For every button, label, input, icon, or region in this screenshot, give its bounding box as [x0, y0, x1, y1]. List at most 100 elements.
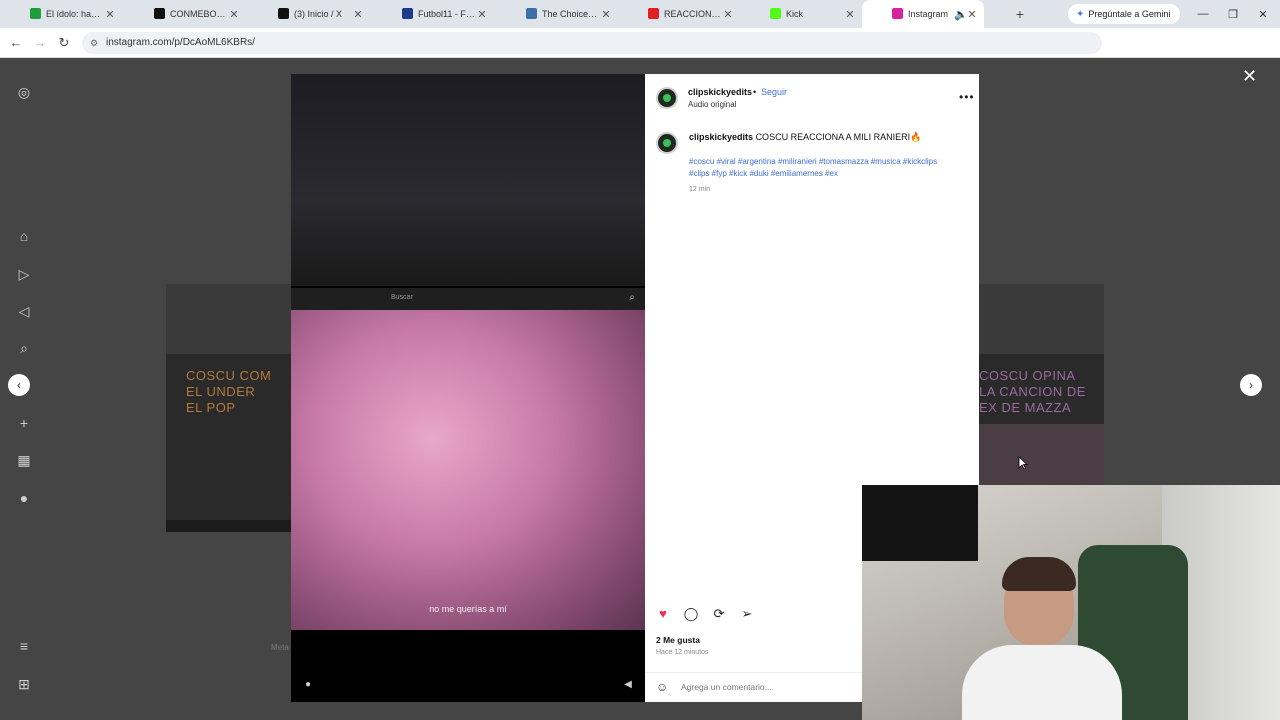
forward-button[interactable]: →	[28, 35, 52, 50]
heart-icon[interactable]: ♥	[655, 606, 671, 622]
search-icon[interactable]: ⌕	[14, 338, 34, 358]
like-count[interactable]: 2 Me gusta	[656, 635, 700, 645]
comment-icon[interactable]: ◯	[683, 606, 699, 622]
preview-cam-area	[979, 284, 1104, 354]
close-post-button[interactable]: ✕	[1242, 66, 1257, 87]
previous-post-button[interactable]: ‹	[8, 374, 30, 396]
share-icon[interactable]: ➢	[739, 606, 755, 622]
tab-favicon	[154, 8, 165, 19]
separator-dot: •	[753, 87, 757, 97]
tab-close-icon[interactable]: ✕	[228, 8, 240, 21]
tab-close-icon[interactable]: ✕	[844, 8, 856, 21]
create-icon[interactable]: +	[14, 413, 34, 433]
tab-close-icon[interactable]: ✕	[722, 8, 734, 21]
post-caption: clipskickyedits COSCU REACCIONA A MILI R…	[689, 132, 969, 143]
search-icon: ⌕	[629, 292, 635, 303]
tab-favicon	[30, 8, 41, 19]
caption-username[interactable]: clipskickyedits	[689, 132, 753, 142]
tab-favicon	[770, 8, 781, 19]
streamer-camera-feed	[291, 74, 645, 286]
tab-close-icon[interactable]: ✕	[104, 8, 116, 21]
tab-2[interactable]: CONMEBOL Libertadores ✕	[124, 0, 246, 28]
author-avatar[interactable]	[656, 87, 678, 109]
tab-5[interactable]: The Choicer Voicer by ✕	[496, 0, 618, 28]
post-video[interactable]: Buscar ⌕ no me querías a mí ● ◀	[291, 74, 645, 702]
tab-close-icon[interactable]: ✕	[600, 8, 612, 21]
mouse-cursor-icon	[1018, 456, 1028, 470]
tab-label: Futbol11 - Football Games	[418, 9, 476, 19]
tab-label: (3) Inicio / X	[294, 9, 343, 19]
webcam-person-body	[962, 645, 1122, 720]
next-post-button[interactable]: ›	[1240, 374, 1262, 396]
video-search-placeholder: Buscar	[391, 294, 413, 301]
tab-favicon	[402, 8, 413, 19]
webcam-person-hair	[1002, 557, 1076, 591]
tab-close-icon[interactable]: ✕	[352, 8, 364, 21]
tab-1[interactable]: El ídolo: hacé tu camino ✕	[0, 0, 122, 28]
reload-button[interactable]: ↻	[52, 35, 76, 51]
tab-label: Instagram	[908, 9, 949, 19]
streamer-webcam-overlay	[862, 485, 1280, 720]
caption-author-avatar[interactable]	[656, 132, 678, 154]
tab-label: The Choicer Voicer by	[542, 9, 600, 19]
tab-favicon	[526, 8, 537, 19]
new-tab-button[interactable]: +	[1010, 6, 1030, 22]
tab-6[interactable]: REACCION HISTORICA ✕	[618, 0, 740, 28]
video-search-bar: Buscar ⌕	[291, 288, 645, 310]
url-bar[interactable]: ⚙ instagram.com/p/DcAoML6KBRs/	[82, 32, 1102, 54]
tab-8[interactable]: Instagram 🔈 ✕	[862, 0, 984, 28]
comment-input[interactable]	[681, 682, 881, 692]
tab-close-icon[interactable]: ✕	[476, 8, 488, 21]
window-close-button[interactable]: ✕	[1248, 0, 1278, 28]
tab-label: REACCION HISTORICA	[664, 9, 722, 19]
instagram-icon[interactable]: ◎	[14, 82, 34, 102]
dashboard-icon[interactable]: ▦	[14, 450, 34, 470]
speaker-icon[interactable]: 🔈	[954, 8, 968, 21]
tagged-user-icon[interactable]: ●	[301, 678, 315, 692]
home-icon[interactable]: ⌂	[14, 226, 34, 246]
post-header: clipskickyedits • Seguir Audio original …	[645, 74, 979, 122]
video-footer	[291, 630, 645, 702]
author-username[interactable]: clipskickyedits	[688, 87, 752, 97]
emoji-icon[interactable]: ☺	[656, 680, 668, 694]
music-video-frame	[291, 310, 645, 630]
site-info-icon[interactable]: ⚙	[90, 32, 98, 54]
address-toolbar: ← → ↻ ⚙ instagram.com/p/DcAoML6KBRs/ ⧉ ☆…	[0, 28, 1280, 78]
url-text: instagram.com/p/DcAoML6KBRs/	[106, 37, 255, 48]
more-options-icon[interactable]: •••	[959, 90, 975, 104]
caption-text: COSCU REACCIONA A MILI RANIERI🔥	[755, 132, 922, 142]
caption-hashtags[interactable]: #coscu #viral #argentina #miliranieri #t…	[689, 156, 949, 180]
tab-7[interactable]: Kick ✕	[740, 0, 862, 28]
menu-icon[interactable]: ≡	[14, 636, 34, 656]
more-icon[interactable]: ⊞	[14, 674, 34, 694]
back-button[interactable]: ←	[4, 35, 28, 50]
tab-favicon	[278, 8, 289, 19]
gemini-button[interactable]: ✦ Pregúntale a Gemini	[1068, 4, 1180, 24]
post-actions: ♥ ◯ ⟳ ➢	[655, 606, 755, 626]
profile-icon[interactable]: ●	[14, 488, 34, 508]
repost-icon[interactable]: ⟳	[711, 606, 727, 622]
audio-label[interactable]: Audio original	[688, 100, 736, 109]
webcam-person	[952, 545, 1122, 720]
tab-favicon	[648, 8, 659, 19]
tab-label: Kick	[786, 9, 804, 19]
meta-footer-text: Meta	[271, 643, 289, 652]
tab-4[interactable]: Futbol11 - Football Games ✕	[372, 0, 494, 28]
post-age: Hace 12 minutos	[656, 649, 709, 656]
preview-caption: COSCU COM EL UNDER EL POP	[186, 368, 272, 415]
previous-post-preview[interactable]: COSCU COM EL UNDER EL POP	[166, 284, 291, 532]
follow-button[interactable]: Seguir	[761, 87, 787, 97]
tab-label: El ídolo: hacé tu camino	[46, 9, 104, 19]
send-icon[interactable]: ◁	[14, 301, 34, 321]
preview-bottom-bar	[166, 520, 291, 532]
tab-strip: El ídolo: hacé tu camino ✕ CONMEBOL Libe…	[0, 0, 1280, 28]
restore-button[interactable]: ❐	[1218, 0, 1248, 28]
tab-close-icon[interactable]: ✕	[966, 8, 978, 21]
reels-icon[interactable]: ▷	[14, 264, 34, 284]
gemini-label: Pregúntale a Gemini	[1088, 9, 1171, 19]
preview-cam-area	[166, 284, 291, 354]
tab-3[interactable]: (3) Inicio / X ✕	[248, 0, 370, 28]
mute-icon[interactable]: ◀	[621, 678, 635, 692]
minimize-button[interactable]: —	[1188, 0, 1218, 28]
gemini-icon: ✦	[1076, 8, 1085, 20]
